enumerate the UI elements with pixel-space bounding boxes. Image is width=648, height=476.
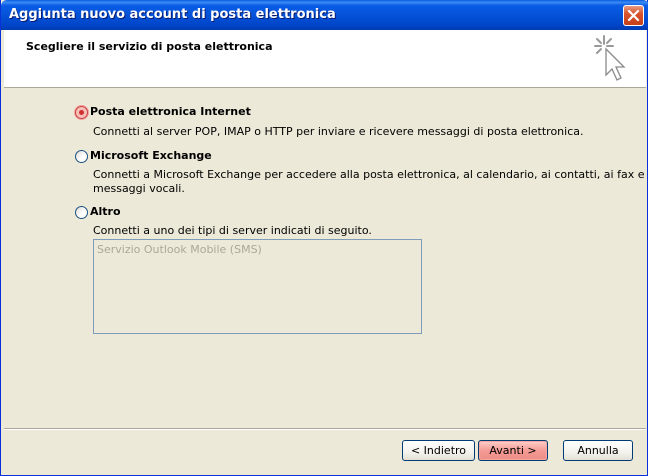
option-description: Connetti a uno dei tipi di server indica… bbox=[93, 224, 372, 237]
cancel-button[interactable]: Annulla bbox=[563, 440, 633, 461]
dialog-window: Aggiunta nuovo account di posta elettron… bbox=[0, 0, 648, 476]
close-icon bbox=[627, 9, 640, 22]
list-item[interactable]: Servizio Outlook Mobile (SMS) bbox=[97, 243, 262, 256]
title-bar[interactable]: Aggiunta nuovo account di posta elettron… bbox=[1, 0, 648, 30]
option-label: Altro bbox=[90, 205, 121, 218]
option-description: Connetti al server POP, IMAP o HTTP per … bbox=[93, 125, 584, 138]
server-type-list[interactable]: Servizio Outlook Mobile (SMS) bbox=[93, 239, 422, 334]
window-title: Aggiunta nuovo account di posta elettron… bbox=[9, 7, 336, 22]
divider bbox=[4, 428, 646, 430]
option-label: Posta elettronica Internet bbox=[90, 105, 251, 118]
radio-microsoft-exchange[interactable] bbox=[75, 150, 88, 163]
option-description: Connetti a Microsoft Exchange per accede… bbox=[93, 168, 648, 181]
back-button[interactable]: < Indietro bbox=[402, 440, 475, 461]
close-button[interactable] bbox=[623, 5, 644, 26]
radio-other[interactable] bbox=[75, 206, 88, 219]
sparkle-cursor-icon bbox=[594, 35, 626, 81]
option-description: messaggi vocali. bbox=[93, 182, 185, 195]
wizard-header: Scegliere il servizio di posta elettroni… bbox=[4, 30, 646, 88]
radio-internet-email[interactable] bbox=[75, 106, 88, 119]
next-button[interactable]: Avanti > bbox=[478, 440, 548, 461]
page-title: Scegliere il servizio di posta elettroni… bbox=[26, 40, 273, 53]
option-label: Microsoft Exchange bbox=[90, 149, 212, 162]
